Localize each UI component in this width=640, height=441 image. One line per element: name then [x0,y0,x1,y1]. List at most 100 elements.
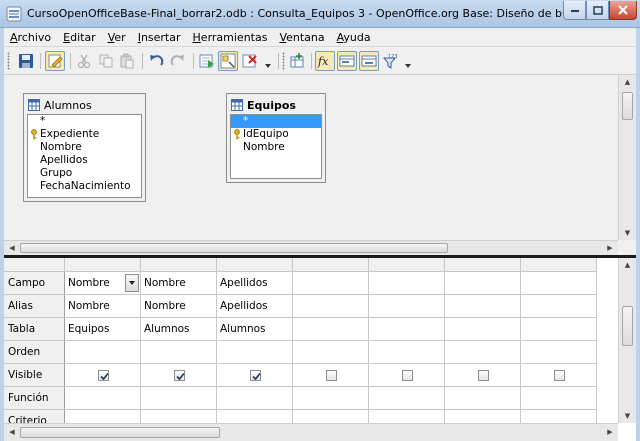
toolbar-grip[interactable] [282,52,285,70]
edit-mode-button[interactable] [45,51,65,71]
grid-cell-tabla[interactable]: Alumnos [217,318,293,341]
close-button[interactable] [609,1,637,20]
grid-cell-alias[interactable] [369,295,445,318]
table-window-header[interactable]: Alumnos [26,96,143,114]
scroll-left-arrow[interactable]: ◀ [6,424,18,440]
scroll-up-arrow[interactable]: ▲ [619,258,636,272]
query-design-area[interactable]: Alumnos * Expediente Nombre Apellidos Gr… [4,75,636,255]
field-item-grupo[interactable]: Grupo [28,167,141,180]
grid-cell-funcion[interactable] [521,387,597,410]
visible-checkbox[interactable] [98,370,109,381]
save-button[interactable] [16,51,36,71]
scroll-right-arrow[interactable]: ▶ [604,424,616,440]
copy-button[interactable] [96,51,116,71]
grid-cell-orden[interactable] [521,341,597,364]
grid-column-header[interactable] [445,258,521,272]
menu-ayuda[interactable]: Ayuda [331,31,377,44]
grid-cell-orden[interactable] [65,341,141,364]
menu-ver[interactable]: Ver [102,31,132,44]
grid-cell-funcion[interactable] [293,387,369,410]
grid-cell-orden[interactable] [141,341,217,364]
menu-ventana[interactable]: Ventana [273,31,330,44]
grid-column-header[interactable] [141,258,217,272]
grid-column-header[interactable] [217,258,293,272]
field-item-expediente[interactable]: Expediente [28,128,141,141]
grid-cell-funcion[interactable] [217,387,293,410]
design-horizontal-scrollbar[interactable]: ◀ ▶ [4,240,618,255]
add-table-button[interactable] [287,51,307,71]
grid-cell-alias[interactable] [445,295,521,318]
query-design-grid[interactable]: Campo Nombre Nombre Apellidos Alias Nombre Nom… [4,258,636,441]
grid-cell-funcion[interactable] [141,387,217,410]
scroll-left-arrow[interactable]: ◀ [6,241,18,255]
maximize-button[interactable] [586,1,609,20]
grid-column-header[interactable] [293,258,369,272]
field-item-idequipo[interactable]: IdEquipo [231,128,321,141]
scroll-thumb[interactable] [20,243,448,253]
visible-checkbox[interactable] [478,370,489,381]
grid-cell-campo[interactable] [369,272,445,295]
alias-button[interactable] [359,51,379,71]
minimize-button[interactable] [563,1,586,20]
undo-button[interactable] [146,51,166,71]
toolbar-overflow-button[interactable] [263,53,273,69]
toolbar-grip[interactable] [7,52,10,70]
visible-checkbox[interactable] [250,370,261,381]
grid-column-header[interactable] [521,258,597,272]
scroll-thumb[interactable] [622,92,633,120]
grid-cell-tabla[interactable] [445,318,521,341]
grid-horizontal-scrollbar[interactable]: ◀ ▶ [4,423,618,441]
menu-insertar[interactable]: Insertar [132,31,187,44]
field-dropdown-button[interactable] [125,274,139,292]
grid-cell-campo[interactable] [293,272,369,295]
grid-cell-funcion[interactable] [369,387,445,410]
scroll-right-arrow[interactable]: ▶ [604,241,616,255]
grid-cell-campo[interactable] [445,272,521,295]
table-name-button[interactable] [337,51,357,71]
visible-checkbox[interactable] [402,370,413,381]
functions-button[interactable]: fx [315,51,335,71]
menu-editar[interactable]: Editar [57,31,102,44]
grid-cell-campo[interactable]: Nombre [141,272,217,295]
grid-cell-alias[interactable] [293,295,369,318]
clear-query-button[interactable] [240,51,260,71]
field-item-all[interactable]: * [231,115,321,128]
grid-column-header[interactable] [65,258,141,272]
grid-cell-campo[interactable] [521,272,597,295]
grid-column-header[interactable] [369,258,445,272]
toolbar-overflow-button-2[interactable] [403,53,413,69]
scroll-down-arrow[interactable]: ▼ [619,226,636,240]
grid-cell-campo[interactable]: Nombre [65,272,141,295]
grid-vertical-scrollbar[interactable]: ▲ ▼ [618,258,636,423]
scroll-up-arrow[interactable]: ▲ [619,75,636,89]
paste-button[interactable] [117,51,137,71]
grid-cell-alias[interactable] [521,295,597,318]
table-window-alumnos[interactable]: Alumnos * Expediente Nombre Apellidos Gr… [23,93,146,202]
visible-checkbox[interactable] [554,370,565,381]
cut-button[interactable] [74,51,94,71]
distinct-values-button[interactable]: 123 [381,51,401,71]
menu-archivo[interactable]: Archivo [4,31,57,44]
design-view-button[interactable] [218,51,238,71]
grid-cell-funcion[interactable] [65,387,141,410]
grid-cell-alias[interactable]: Apellidos [217,295,293,318]
visible-checkbox[interactable] [174,370,185,381]
field-item-fechanacimiento[interactable]: FechaNacimiento [28,180,141,193]
field-item-nombre[interactable]: Nombre [28,141,141,154]
grid-cell-orden[interactable] [217,341,293,364]
redo-button[interactable] [168,51,188,71]
field-item-all[interactable]: * [28,115,141,128]
run-query-button[interactable] [197,51,217,71]
design-vertical-scrollbar[interactable]: ▲ ▼ [618,75,636,240]
grid-cell-orden[interactable] [293,341,369,364]
grid-cell-tabla[interactable] [521,318,597,341]
grid-cell-funcion[interactable] [445,387,521,410]
table-window-equipos[interactable]: Equipos * IdEquipo Nombre [226,93,326,183]
menu-herramientas[interactable]: Herramientas [187,31,274,44]
grid-cell-tabla[interactable]: Alumnos [141,318,217,341]
field-item-apellidos[interactable]: Apellidos [28,154,141,167]
scroll-thumb[interactable] [20,427,220,438]
grid-cell-tabla[interactable]: Equipos [65,318,141,341]
grid-cell-orden[interactable] [369,341,445,364]
visible-checkbox[interactable] [326,370,337,381]
